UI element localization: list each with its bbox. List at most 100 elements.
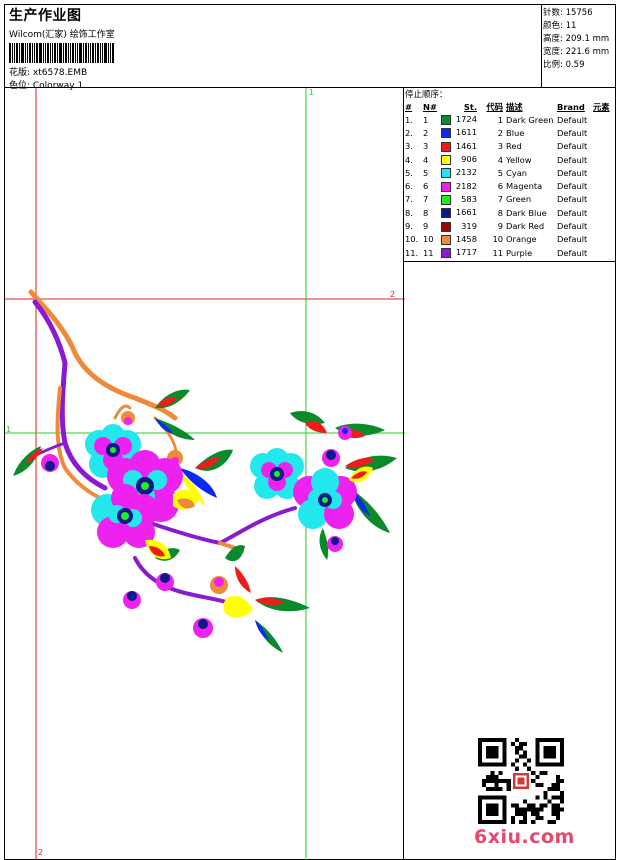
needle-number: 5 [423, 167, 429, 178]
needle-number: 7 [423, 194, 429, 205]
stitch-count: 针数: 15756 [543, 8, 593, 18]
stitch-count-value: 1458 [455, 233, 477, 244]
stitch-count: 2182 [441, 179, 477, 192]
needle-number: 3 [423, 141, 429, 152]
thread-element [593, 233, 615, 246]
thread-code: 9 [497, 221, 503, 232]
stitch-count-value: 1717 [455, 247, 477, 258]
stitch-count: 1717 [441, 246, 477, 259]
thread-code: 4 [497, 154, 503, 165]
thread-index: 2. [405, 127, 413, 138]
thread-description: Green [506, 194, 532, 205]
thread-index: 10. [405, 234, 419, 245]
stitch-count: 319 [441, 219, 477, 232]
thread-brand: Default [557, 194, 588, 205]
thread-description: Purple [506, 247, 533, 258]
needle-number: 1 [423, 114, 429, 125]
thread-index: 9. [405, 221, 413, 232]
thread-index: 4. [405, 154, 413, 165]
thread-brand: Default [557, 207, 588, 218]
thread-color-swatch [441, 155, 451, 166]
thread-index: 3. [405, 141, 413, 152]
thread-brand: Default [557, 127, 588, 138]
col-brand: Brand [557, 101, 585, 112]
thread-code: 2 [497, 127, 503, 138]
needle-number: 9 [423, 221, 429, 232]
thread-row: 6. 6 2182 6 Magenta Default [405, 179, 615, 192]
thread-brand: Default [557, 247, 588, 258]
col-description: 描述 [506, 101, 523, 112]
thread-element [593, 153, 615, 166]
color-count: 颜色: 11 [543, 21, 577, 31]
stitch-count: 583 [441, 193, 477, 206]
thread-element [593, 193, 615, 206]
thread-code: 5 [497, 167, 503, 178]
design-height: 高度: 209.1 mm [543, 34, 610, 44]
stitch-count: 1661 [441, 206, 477, 219]
thread-row: 11. 11 1717 11 Purple Default [405, 246, 615, 259]
thread-code: 6 [497, 181, 503, 192]
thread-code: 1 [497, 114, 503, 125]
pattern-file: 花版: xt6578.EMB [9, 68, 88, 78]
needle-number: 10 [423, 234, 434, 245]
legend-title: 停止顺序： [405, 90, 448, 100]
stitch-count: 906 [441, 153, 477, 166]
page-title: 生产作业图 [9, 8, 82, 24]
col-index: # [405, 101, 412, 112]
needle-number: 11 [423, 247, 434, 258]
stitch-count-value: 906 [461, 154, 477, 165]
thread-color-swatch [441, 208, 451, 219]
thread-row: 7. 7 583 7 Green Default [405, 193, 615, 206]
needle-number: 4 [423, 154, 429, 165]
thread-element [593, 179, 615, 192]
stitch-count: 2132 [441, 166, 477, 179]
design-scale: 比例: 0.59 [543, 60, 585, 70]
thread-element [593, 206, 615, 219]
thread-description: Red [506, 141, 522, 152]
guide-label-v1: 1 [309, 88, 315, 97]
thread-color-swatch [441, 234, 451, 245]
design-width: 宽度: 221.6 mm [543, 47, 610, 57]
thread-element [593, 140, 615, 153]
thread-brand: Default [557, 221, 588, 232]
thread-code: 7 [497, 194, 503, 205]
thread-brand: Default [557, 154, 588, 165]
header-panel: 生产作业图 Wilcom(汇家) 绘饰工作室 花版: xt6578.EMB 色位… [4, 4, 542, 91]
stitch-count-value: 1724 [455, 114, 477, 125]
stitch-count-value: 583 [461, 193, 477, 204]
col-needle: N# [423, 101, 437, 112]
company-name: Wilcom(汇家) 绘饰工作室 [9, 30, 115, 40]
thread-brand: Default [557, 114, 588, 125]
thread-color-swatch [441, 181, 451, 192]
thread-row: 5. 5 2132 5 Cyan Default [405, 166, 615, 179]
guide-label-h1: 1 [6, 425, 12, 434]
production-sheet: 生产作业图 Wilcom(汇家) 绘饰工作室 花版: xt6578.EMB 色位… [0, 0, 620, 860]
thread-element [593, 246, 615, 259]
guide-label-h2: 2 [390, 290, 396, 299]
stitch-count: 1611 [441, 126, 477, 139]
col-code: 代码 [486, 101, 503, 112]
thread-description: Cyan [506, 167, 528, 178]
thread-index: 11. [405, 247, 419, 258]
thread-element [593, 166, 615, 179]
thread-index: 5. [405, 167, 413, 178]
specs-panel: 针数: 15756 颜色: 11 高度: 209.1 mm 宽度: 221.6 … [541, 4, 616, 88]
stitch-count: 1461 [441, 140, 477, 153]
thread-table-header: # N# St. 代码 描述 Brand 元素 [405, 100, 615, 113]
thread-index: 8. [405, 207, 413, 218]
thread-element [593, 113, 615, 126]
thread-row: 1. 1 1724 1 Dark Green Default [405, 113, 615, 126]
stitch-count-value: 1461 [455, 140, 477, 151]
thread-row: 4. 4 906 4 Yellow Default [405, 153, 615, 166]
thread-element [593, 126, 615, 139]
embroidery-preview [5, 88, 405, 860]
thread-table: # N# St. 代码 描述 Brand 元素 1. 1 1724 1 Dark Gre… [405, 100, 615, 259]
stitch-count-value: 2132 [455, 167, 477, 178]
thread-legend: 停止顺序： # N# St. 代码 描述 Brand 元素 1. 1 1724 1 Da… [404, 88, 616, 262]
thread-description: Dark Green [506, 114, 554, 125]
watermark: 6xiu.com [474, 826, 575, 848]
thread-code: 10 [492, 234, 503, 245]
thread-description: Orange [506, 234, 537, 245]
thread-row: 10. 10 1458 10 Orange Default [405, 233, 615, 246]
barcode [9, 43, 135, 63]
